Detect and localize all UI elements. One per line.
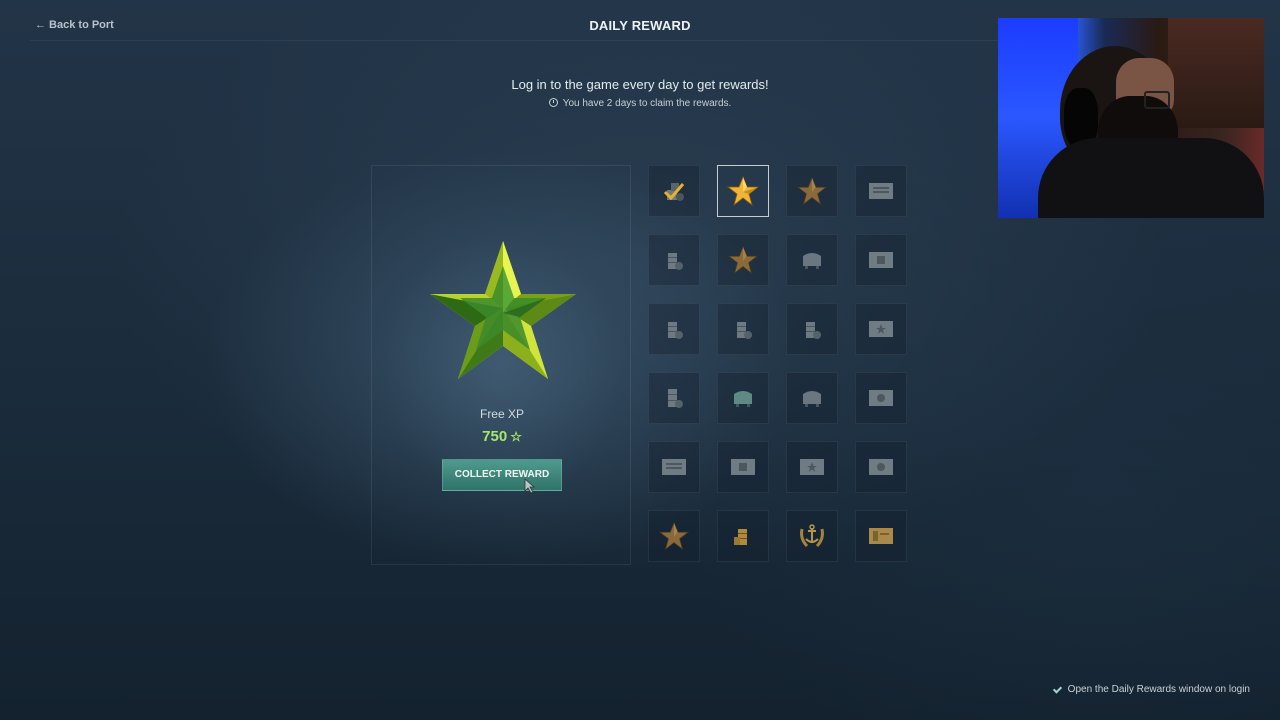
- anchor-wreath-icon: [800, 524, 824, 548]
- bronze-star-icon: [728, 245, 758, 275]
- ticket-badge-icon: [869, 252, 893, 268]
- timer-note-text: You have 2 days to claim the rewards.: [562, 98, 732, 109]
- coins-icon: [806, 322, 821, 339]
- open-on-login-toggle[interactable]: Open the Daily Rewards window on login: [1052, 684, 1250, 695]
- streamer-webcam-overlay: [998, 18, 1264, 218]
- day-2-current[interactable]: [717, 165, 769, 217]
- coins-icon: [737, 322, 752, 339]
- bronze-star-icon: [797, 176, 827, 206]
- day-10[interactable]: [717, 303, 769, 355]
- day-4[interactable]: [855, 165, 907, 217]
- mouse-cursor-icon: [524, 478, 536, 494]
- free-xp-icon: ☆: [510, 429, 522, 444]
- open-on-login-label: Open the Daily Rewards window on login: [1067, 684, 1250, 695]
- day-13[interactable]: [648, 372, 700, 424]
- free-xp-star-icon: [430, 241, 576, 379]
- day-16[interactable]: [855, 372, 907, 424]
- day-5[interactable]: [648, 234, 700, 286]
- gold-star-icon: [727, 175, 759, 207]
- reward-amount: 750 ☆: [372, 428, 632, 445]
- checkbox-checked-icon[interactable]: [1052, 685, 1062, 695]
- day-15[interactable]: [786, 372, 838, 424]
- day-3[interactable]: [786, 165, 838, 217]
- coins-icon: [668, 253, 683, 270]
- day-20[interactable]: [855, 441, 907, 493]
- coins-icon: [668, 389, 683, 408]
- bronze-star-icon: [659, 521, 689, 551]
- claimed-check-icon: [663, 183, 685, 201]
- reward-amount-value: 750: [482, 428, 508, 445]
- day-14[interactable]: [717, 372, 769, 424]
- current-reward-panel: Free XP 750 ☆ COLLECT REWARD: [371, 165, 631, 565]
- ticket-icon: [662, 459, 686, 475]
- ticket-badge-icon: [869, 459, 893, 475]
- ticket-badge-icon: [869, 390, 893, 406]
- container-icon: [734, 391, 752, 407]
- day-24[interactable]: [855, 510, 907, 562]
- day-1-claimed[interactable]: [648, 165, 700, 217]
- day-22[interactable]: [717, 510, 769, 562]
- day-17[interactable]: [648, 441, 700, 493]
- ticket-badge-icon: [731, 459, 755, 475]
- day-19[interactable]: [786, 441, 838, 493]
- coins-icon: [668, 322, 683, 339]
- day-21[interactable]: [648, 510, 700, 562]
- day-18[interactable]: [717, 441, 769, 493]
- clock-icon: [548, 98, 558, 107]
- day-12[interactable]: [855, 303, 907, 355]
- ticket-star-icon: [869, 321, 893, 337]
- container-icon: [803, 391, 821, 407]
- day-7[interactable]: [786, 234, 838, 286]
- ticket-icon: [869, 183, 893, 199]
- container-icon: [803, 253, 821, 269]
- gold-coins-icon: [734, 529, 747, 545]
- day-8[interactable]: [855, 234, 907, 286]
- reward-name: Free XP: [479, 407, 524, 421]
- collect-reward-button[interactable]: COLLECT REWARD: [442, 459, 562, 491]
- ticket-star-icon: [800, 459, 824, 475]
- day-6[interactable]: [717, 234, 769, 286]
- gold-ticket-icon: [869, 528, 893, 544]
- day-9[interactable]: [648, 303, 700, 355]
- day-23[interactable]: [786, 510, 838, 562]
- day-11[interactable]: [786, 303, 838, 355]
